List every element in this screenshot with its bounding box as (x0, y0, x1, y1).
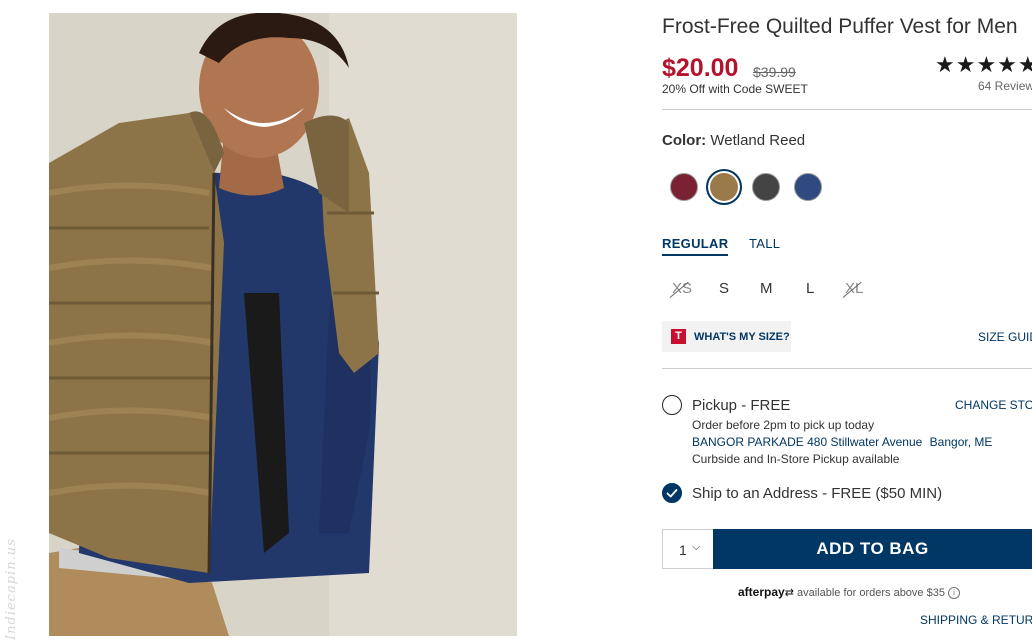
pickup-store-line: BANGOR PARKADE 480 Stillwater Avenue Ban… (692, 435, 992, 449)
whats-my-size-button[interactable]: T WHAT'S MY SIZE? (662, 321, 791, 352)
color-swatch-navy[interactable] (794, 173, 822, 201)
info-icon[interactable]: i (948, 587, 961, 600)
afterpay-arrows-icon: ⇄ (784, 587, 794, 599)
store-city-link[interactable]: Bangor, ME (930, 435, 993, 449)
size-xs-button[interactable]: XS (672, 280, 692, 297)
pickup-availability: Curbside and In-Store Pickup available (692, 452, 900, 466)
original-price: $39.99 (753, 64, 796, 80)
afterpay-text: available for orders above $35 (796, 587, 945, 599)
checkmark-icon (666, 488, 677, 497)
quantity-select[interactable]: 1 ⌵ (662, 529, 714, 569)
sale-price: $20.00 (662, 54, 739, 82)
color-swatch-charcoal[interactable] (752, 173, 780, 201)
pickup-note: Order before 2pm to pick up today (692, 418, 875, 432)
product-title: Frost-Free Quilted Puffer Vest for Men (662, 15, 1018, 38)
store-address-link[interactable]: BANGOR PARKADE 480 Stillwater Avenue (692, 435, 922, 449)
pickup-title: Pickup - FREE (692, 397, 791, 414)
watermark-text: Indiecapin.us (4, 538, 19, 640)
true-fit-icon: T (671, 329, 686, 344)
pickup-radio[interactable] (662, 395, 682, 415)
product-image[interactable] (49, 13, 517, 636)
promo-text: 20% Off with Code SWEET (662, 82, 808, 96)
quantity-value: 1 (679, 542, 687, 558)
size-guide-link[interactable]: SIZE GUIDE (978, 330, 1032, 344)
reviews-link[interactable]: 64 Reviews (978, 79, 1032, 93)
color-swatch-wetland-reed[interactable] (706, 169, 742, 205)
add-to-bag-button[interactable]: ADD TO BAG (713, 529, 1032, 569)
afterpay-logo: afterpay (738, 585, 785, 599)
ship-radio[interactable] (662, 483, 682, 503)
size-s-button[interactable]: S (719, 280, 729, 297)
ship-title: Ship to an Address - FREE ($50 MIN) (692, 485, 943, 502)
color-label-key: Color: (662, 132, 707, 149)
color-label: Color: Wetland Reed (662, 132, 805, 149)
chevron-down-icon: ⌵ (692, 541, 701, 553)
product-photo (49, 13, 517, 636)
divider (662, 368, 1032, 369)
size-l-button[interactable]: L (806, 280, 814, 297)
whats-my-size-label: WHAT'S MY SIZE? (694, 331, 790, 343)
change-store-link[interactable]: CHANGE STORE (955, 398, 1032, 412)
color-swatch-burgundy[interactable] (670, 173, 698, 201)
afterpay-banner: afterpay⇄ available for orders above $35… (738, 585, 961, 600)
size-m-button[interactable]: M (760, 280, 773, 297)
tab-regular[interactable]: REGULAR (662, 236, 729, 256)
shipping-returns-link[interactable]: SHIPPING & RETURNS (920, 613, 1032, 627)
color-selected-name: Wetland Reed (710, 132, 806, 149)
tab-tall[interactable]: TALL (749, 236, 780, 251)
divider (662, 109, 1032, 110)
rating-stars-icon[interactable]: ★★★★★ (935, 52, 1032, 78)
